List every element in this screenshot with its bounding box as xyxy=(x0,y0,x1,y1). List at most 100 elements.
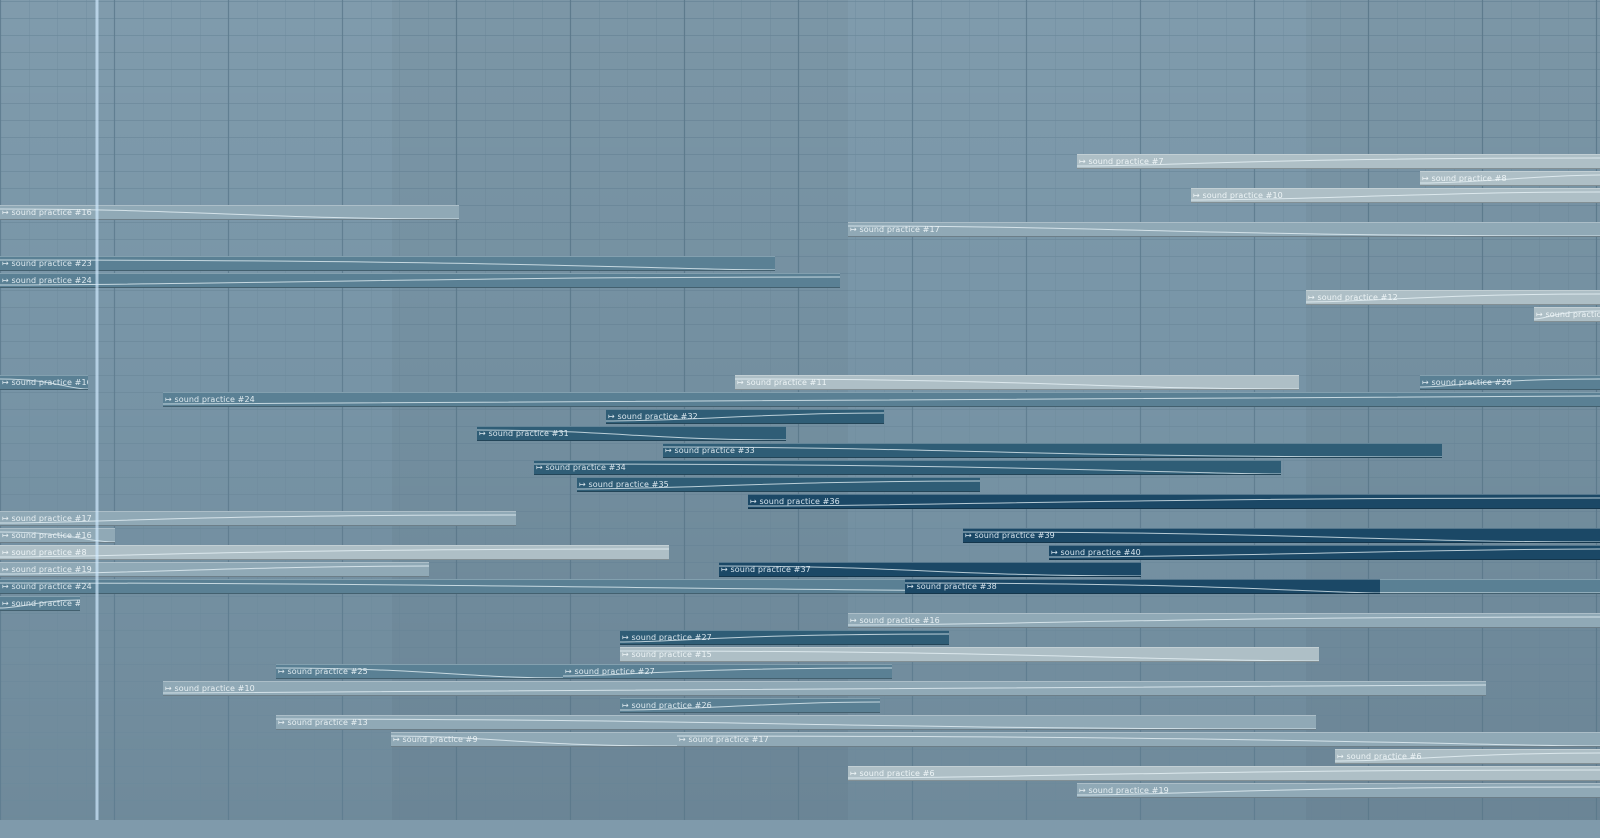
audio-clip[interactable]: ↦ sound practice #24 xyxy=(163,392,1600,407)
audio-clip[interactable]: ↦ sound practice #6 xyxy=(1335,749,1600,764)
audio-clip[interactable]: ↦ sound practice #8 xyxy=(1420,171,1600,186)
audio-clip[interactable]: ↦ sound practice #38 xyxy=(905,579,1380,594)
clip-label: ↦ sound practice #27 xyxy=(565,667,655,676)
clip-label: ↦ sound practice #31 xyxy=(479,429,569,438)
audio-clip[interactable]: ↦ sound practice #23 xyxy=(0,256,775,271)
envelope-line xyxy=(677,735,1600,746)
clip-label: ↦ sound practice #13 xyxy=(278,718,368,727)
audio-clip[interactable]: ↦ sound practice #13 xyxy=(1534,307,1600,322)
audio-clip[interactable]: ↦ sound practice #36 xyxy=(748,494,1600,509)
clip-envelope xyxy=(163,395,1600,405)
audio-clip[interactable]: ↦ sound practice #11 xyxy=(735,375,1299,390)
envelope-line xyxy=(848,616,1600,626)
audio-clip[interactable]: ↦ sound practice #35 xyxy=(577,477,980,492)
audio-clip[interactable]: ↦ sound practice #33 xyxy=(663,443,1442,458)
audio-clip[interactable]: ↦ sound practice #10 xyxy=(1191,188,1600,203)
audio-clip[interactable]: ↦ sound practice #25 xyxy=(276,664,563,679)
audio-clip[interactable]: ↦ sound practice #10 xyxy=(163,681,1486,696)
audio-clip[interactable]: ↦ sound practice #19 xyxy=(1077,783,1600,798)
audio-clip[interactable]: ↦ sound practice #31 xyxy=(477,426,786,441)
clip-envelope xyxy=(848,616,1600,626)
clip-label: ↦ sound practice #11 xyxy=(737,378,827,387)
audio-clip[interactable]: ↦ sound practice #17 xyxy=(848,222,1600,237)
clip-label: ↦ sound practice #15 xyxy=(622,650,712,659)
envelope-line xyxy=(0,548,669,558)
clip-label: ↦ sound practice #40 xyxy=(1051,548,1141,557)
clip-label: ↦ sound practice #8 xyxy=(1422,174,1507,183)
clip-label: ↦ sound practice #16 xyxy=(2,531,92,540)
clip-label: ↦ sound practice #26 xyxy=(2,599,80,608)
playlist-arrangement[interactable]: ↦ sound practice #7 ↦ sound practice #8 ↦ … xyxy=(0,0,1600,838)
clip-envelope xyxy=(620,650,1319,661)
audio-clip[interactable]: ↦ sound practice #8 xyxy=(0,545,669,560)
clip-label: ↦ sound practice #12 xyxy=(1308,293,1398,302)
clip-label: ↦ sound practice #10 xyxy=(165,684,255,693)
clip-label: ↦ sound practice #36 xyxy=(750,497,840,506)
clip-label: ↦ sound practice #24 xyxy=(2,276,92,285)
audio-clip[interactable]: ↦ sound practice #15 xyxy=(620,647,1319,662)
clip-label: ↦ sound practice #6 xyxy=(1337,752,1422,761)
clip-label: ↦ sound practice #32 xyxy=(608,412,698,421)
audio-clip[interactable]: ↦ sound practice #27 xyxy=(620,630,949,645)
clip-label: ↦ sound practice #16 xyxy=(2,208,92,217)
envelope-line xyxy=(663,446,1442,457)
clip-label: ↦ sound practice #13 xyxy=(1536,310,1600,319)
envelope-line xyxy=(620,650,1319,661)
audio-clip[interactable]: ↦ sound practice #19 xyxy=(0,562,429,577)
envelope-line xyxy=(748,497,1600,507)
audio-clip[interactable]: ↦ sound practice #24 xyxy=(0,273,840,288)
audio-clip[interactable]: ↦ sound practice #16 xyxy=(848,613,1600,628)
clip-label: ↦ sound practice #16 xyxy=(850,616,940,625)
clip-envelope xyxy=(748,497,1600,507)
audio-clip[interactable]: ↦ sound practice #16 xyxy=(0,205,459,220)
playlist-bottom-edge xyxy=(0,820,1600,838)
audio-clip[interactable]: ↦ sound practice #7 xyxy=(1077,154,1600,169)
audio-clip[interactable]: ↦ sound practice #13 xyxy=(276,715,1316,730)
clip-label: ↦ sound practice #9 xyxy=(393,735,478,744)
audio-clip[interactable]: ↦ sound practice #39 xyxy=(963,528,1600,543)
audio-clip[interactable]: ↦ sound practice #40 xyxy=(1049,545,1600,560)
clip-label: ↦ sound practice #7 xyxy=(1079,157,1164,166)
audio-clip[interactable]: ↦ sound practice #17 xyxy=(0,511,516,526)
audio-clip[interactable]: ↦ sound practice #9 xyxy=(391,732,677,747)
clip-label: ↦ sound practice #8 xyxy=(2,548,87,557)
clips-layer: ↦ sound practice #7 ↦ sound practice #8 ↦ … xyxy=(0,0,1600,838)
clip-label: ↦ sound practice #27 xyxy=(622,633,712,642)
clip-envelope xyxy=(848,225,1600,236)
clip-envelope xyxy=(0,548,669,558)
clip-envelope xyxy=(663,446,1442,457)
audio-clip[interactable]: ↦ sound practice #37 xyxy=(719,562,1141,577)
audio-clip[interactable]: ↦ sound practice #16 xyxy=(0,528,115,543)
audio-clip[interactable]: ↦ sound practice #34 xyxy=(534,460,1281,475)
clip-label: ↦ sound practice #34 xyxy=(536,463,626,472)
clip-label: ↦ sound practice #19 xyxy=(1079,786,1169,795)
clip-label: ↦ sound practice #23 xyxy=(2,259,92,268)
envelope-line xyxy=(534,463,1281,474)
clip-label: ↦ sound practice #37 xyxy=(721,565,811,574)
audio-clip[interactable]: ↦ sound practice #32 xyxy=(606,409,884,424)
clip-envelope xyxy=(0,259,775,270)
clip-label: ↦ sound practice #10 xyxy=(1193,191,1283,200)
clip-label: ↦ sound practice #17 xyxy=(679,735,769,744)
audio-clip[interactable]: ↦ sound practice #26 xyxy=(1420,375,1600,390)
audio-clip[interactable]: ↦ sound practice #27 xyxy=(563,664,892,679)
clip-envelope xyxy=(963,531,1600,542)
audio-clip[interactable]: ↦ sound practice #17 xyxy=(677,732,1600,747)
envelope-line xyxy=(0,259,775,270)
envelope-line xyxy=(163,684,1486,694)
clip-label: ↦ sound practice #33 xyxy=(665,446,755,455)
audio-clip[interactable]: ↦ sound practice #12 xyxy=(1306,290,1600,305)
clip-envelope xyxy=(0,276,840,286)
envelope-line xyxy=(963,531,1600,542)
envelope-line xyxy=(848,769,1600,779)
clip-label: ↦ sound practice #24 xyxy=(165,395,255,404)
audio-clip[interactable]: ↦ sound practice #26 xyxy=(620,698,880,713)
audio-clip[interactable]: ↦ sound practice #16 xyxy=(0,375,88,390)
clip-label: ↦ sound practice #38 xyxy=(907,582,997,591)
envelope-line xyxy=(276,718,1316,729)
audio-clip[interactable]: ↦ sound practice #6 xyxy=(848,766,1600,781)
clip-envelope xyxy=(276,718,1316,729)
clip-envelope xyxy=(534,463,1281,474)
audio-clip[interactable]: ↦ sound practice #26 xyxy=(0,596,80,611)
envelope-line xyxy=(0,276,840,286)
